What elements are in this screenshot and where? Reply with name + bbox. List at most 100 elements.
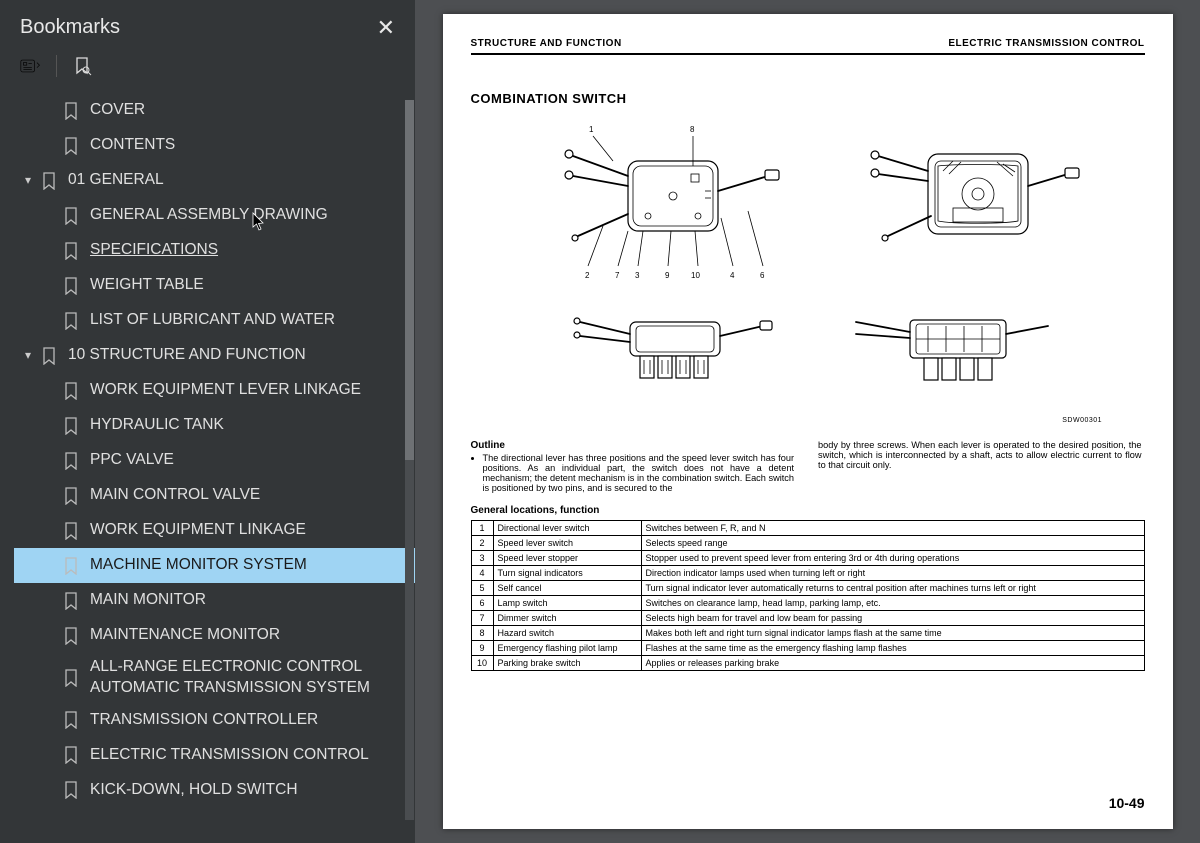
bookmark-icon <box>60 452 82 470</box>
page-header: STRUCTURE AND FUNCTION ELECTRIC TRANSMIS… <box>471 38 1145 55</box>
bookmark-label: ALL-RANGE ELECTRONIC CONTROL AUTOMATIC T… <box>90 657 411 699</box>
bookmark-item[interactable]: COVER <box>14 93 415 128</box>
svg-text:6: 6 <box>760 271 765 280</box>
page-number: 10-49 <box>1109 795 1145 811</box>
bookmark-item[interactable]: WEIGHT TABLE <box>14 268 415 303</box>
outline-text-left: The directional lever has three position… <box>483 453 795 493</box>
row-number: 9 <box>471 641 493 656</box>
svg-text:10: 10 <box>691 271 700 280</box>
bookmark-icon <box>38 172 60 190</box>
bookmark-item[interactable]: TRANSMISSION CONTROLLER <box>14 703 415 738</box>
bookmark-label: WORK EQUIPMENT LINKAGE <box>90 520 411 541</box>
row-name: Emergency flashing pilot lamp <box>493 641 641 656</box>
bookmark-item[interactable]: MAINTENANCE MONITOR <box>14 618 415 653</box>
bookmark-item[interactable]: GENERAL ASSEMBLY DRAWING <box>14 198 415 233</box>
table-row: 3Speed lever stopperStopper used to prev… <box>471 551 1144 566</box>
row-function: Makes both left and right turn signal in… <box>641 626 1144 641</box>
outline-heading: Outline <box>471 440 795 451</box>
diagram-cutaway <box>853 116 1083 286</box>
row-number: 6 <box>471 596 493 611</box>
find-bookmark-icon[interactable] <box>71 55 93 77</box>
bookmark-item[interactable]: SPECIFICATIONS <box>14 233 415 268</box>
outline-text-right: body by three screws. When each lever is… <box>818 440 1142 493</box>
bookmark-icon <box>60 557 82 575</box>
bookmark-icon <box>60 242 82 260</box>
bookmark-icon <box>60 627 82 645</box>
table-row: 1Directional lever switchSwitches betwee… <box>471 521 1144 536</box>
bookmark-item[interactable]: KICK-DOWN, HOLD SWITCH <box>14 773 415 808</box>
sidebar-scrollbar-thumb[interactable] <box>405 100 414 460</box>
bookmark-item[interactable]: ELECTRIC TRANSMISSION CONTROL <box>14 738 415 773</box>
sidebar-header: Bookmarks ✕ <box>0 0 415 51</box>
bookmark-item[interactable]: CONTENTS <box>14 128 415 163</box>
row-number: 4 <box>471 566 493 581</box>
bookmark-label: COVER <box>90 100 411 121</box>
svg-text:9: 9 <box>665 271 670 280</box>
row-function: Selects high beam for travel and low bea… <box>641 611 1144 626</box>
row-function: Direction indicator lamps used when turn… <box>641 566 1144 581</box>
bookmark-label: LIST OF LUBRICANT AND WATER <box>90 310 411 331</box>
row-name: Dimmer switch <box>493 611 641 626</box>
svg-text:2: 2 <box>585 271 590 280</box>
bookmark-icon <box>60 137 82 155</box>
bookmark-options-icon[interactable] <box>20 55 42 77</box>
row-number: 5 <box>471 581 493 596</box>
table-row: 5Self cancelTurn signal indicator lever … <box>471 581 1144 596</box>
bookmark-item[interactable]: ▾10 STRUCTURE AND FUNCTION <box>14 338 415 373</box>
bookmark-label: GENERAL ASSEMBLY DRAWING <box>90 205 411 226</box>
general-heading: General locations, function <box>471 505 1145 516</box>
table-row: 9Emergency flashing pilot lampFlashes at… <box>471 641 1144 656</box>
bookmark-icon <box>60 417 82 435</box>
document-viewport[interactable]: STRUCTURE AND FUNCTION ELECTRIC TRANSMIS… <box>415 0 1200 843</box>
row-number: 1 <box>471 521 493 536</box>
bookmark-item[interactable]: PPC VALVE <box>14 443 415 478</box>
row-name: Directional lever switch <box>493 521 641 536</box>
bookmark-item[interactable]: HYDRAULIC TANK <box>14 408 415 443</box>
bookmark-item[interactable]: ▾ 01 GENERAL <box>14 163 415 198</box>
bookmark-item[interactable]: WORK EQUIPMENT LEVER LINKAGE <box>14 373 415 408</box>
svg-text:4: 4 <box>730 271 735 280</box>
bookmark-item[interactable]: MAIN CONTROL VALVE <box>14 478 415 513</box>
bookmark-item[interactable]: WORK EQUIPMENT LINKAGE <box>14 513 415 548</box>
bookmark-icon <box>60 746 82 764</box>
chevron-down-icon[interactable]: ▾ <box>18 172 38 188</box>
bookmark-item[interactable]: ALL-RANGE ELECTRONIC CONTROL AUTOMATIC T… <box>14 653 415 703</box>
close-icon[interactable]: ✕ <box>377 17 395 39</box>
sidebar-toolbar <box>0 51 415 87</box>
bookmark-icon <box>60 277 82 295</box>
table-row: 10Parking brake switchApplies or release… <box>471 656 1144 671</box>
outline-block: Outline The directional lever has three … <box>471 440 1145 493</box>
bookmark-icon <box>60 487 82 505</box>
row-number: 10 <box>471 656 493 671</box>
table-row: 8Hazard switchMakes both left and right … <box>471 626 1144 641</box>
bookmark-icon <box>60 207 82 225</box>
row-name: Turn signal indicators <box>493 566 641 581</box>
bookmark-icon <box>60 382 82 400</box>
chevron-down-icon[interactable]: ▾ <box>18 347 38 363</box>
row-function: Switches on clearance lamp, head lamp, p… <box>641 596 1144 611</box>
bookmark-item[interactable]: MACHINE MONITOR SYSTEM <box>14 548 415 583</box>
bookmark-icon <box>60 592 82 610</box>
bookmark-icon <box>60 102 82 120</box>
row-function: Turn signal indicator lever automaticall… <box>641 581 1144 596</box>
bookmark-icon <box>60 522 82 540</box>
bookmark-icon <box>38 347 60 365</box>
document-page: STRUCTURE AND FUNCTION ELECTRIC TRANSMIS… <box>443 14 1173 829</box>
row-function: Applies or releases parking brake <box>641 656 1144 671</box>
bookmark-item[interactable]: MAIN MONITOR <box>14 583 415 618</box>
bookmark-label: TRANSMISSION CONTROLLER <box>90 710 411 731</box>
table-row: 4Turn signal indicatorsDirection indicat… <box>471 566 1144 581</box>
bookmark-item[interactable]: LIST OF LUBRICANT AND WATER <box>14 303 415 338</box>
bookmark-icon <box>60 711 82 729</box>
bookmark-label: CONTENTS <box>90 135 411 156</box>
row-function: Stopper used to prevent speed lever from… <box>641 551 1144 566</box>
table-row: 2Speed lever switchSelects speed range <box>471 536 1144 551</box>
section-title: COMBINATION SWITCH <box>471 91 1145 106</box>
row-number: 8 <box>471 626 493 641</box>
table-row: 6Lamp switchSwitches on clearance lamp, … <box>471 596 1144 611</box>
bookmark-label: 01 GENERAL <box>68 170 411 191</box>
svg-text:3: 3 <box>635 271 640 280</box>
row-number: 3 <box>471 551 493 566</box>
sidebar-title: Bookmarks <box>20 16 120 39</box>
bookmark-icon <box>60 312 82 330</box>
